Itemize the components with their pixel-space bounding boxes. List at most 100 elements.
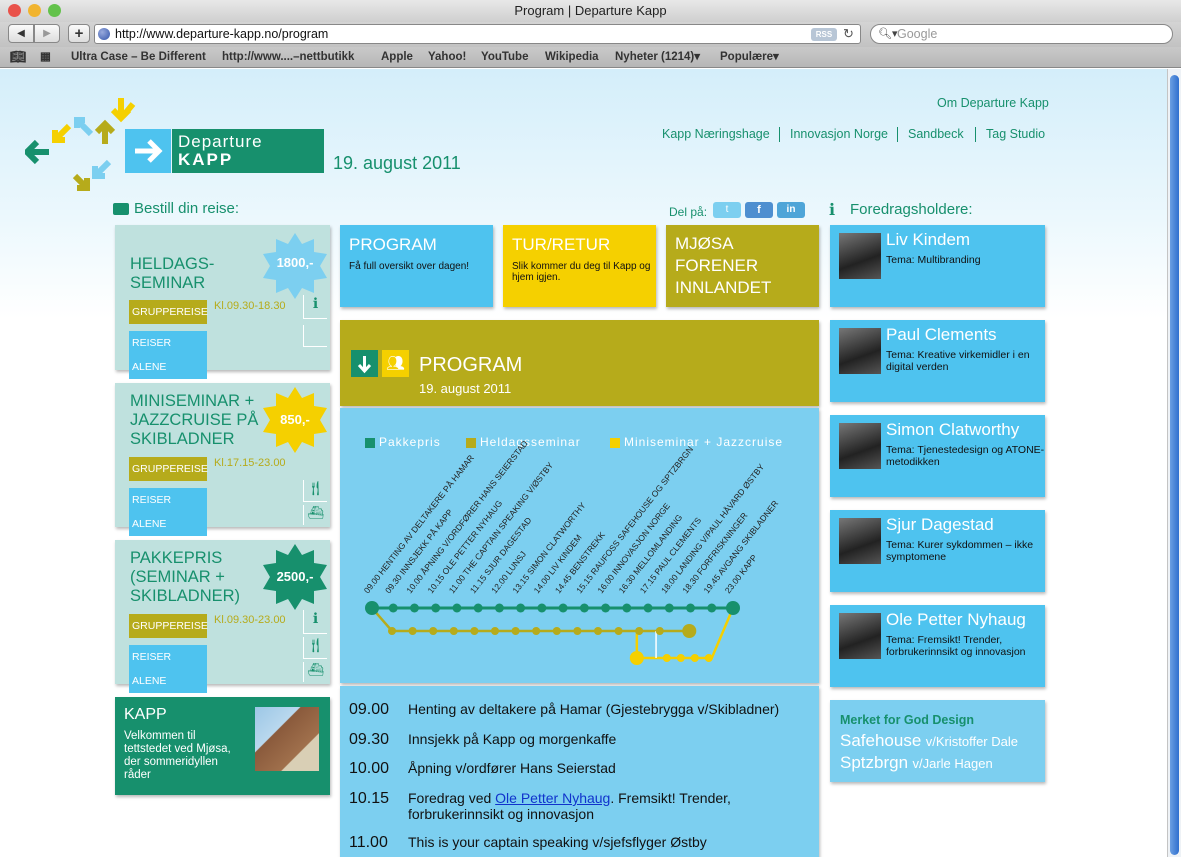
speaker-card[interactable]: Liv Kindem Tema: Multibranding bbox=[830, 225, 1045, 307]
header-date: 19. august 2011 bbox=[333, 153, 461, 173]
bookmark-item[interactable]: Ultra Case – Be Different bbox=[71, 47, 206, 67]
timeline-dot bbox=[601, 603, 611, 613]
group-travel-button[interactable]: GRUPPEREISE bbox=[129, 300, 208, 324]
speaker-link[interactable]: Ole Petter Nyhaug bbox=[495, 790, 610, 806]
price-label: 1800,- bbox=[276, 255, 314, 270]
scrollbar-thumb[interactable] bbox=[1170, 75, 1179, 855]
travel-alone-button[interactable]: REISER ALENE bbox=[129, 645, 207, 693]
building-photo bbox=[255, 707, 319, 771]
mini-start-dot bbox=[629, 651, 644, 665]
design-award-card[interactable]: Merket for God Design Safehouse v/Kristo… bbox=[830, 700, 1045, 782]
back-button[interactable]: ◀ bbox=[8, 24, 34, 43]
partner-link[interactable]: Kapp Næringshage bbox=[662, 127, 770, 141]
card-title: HELDAGS- SEMINAR bbox=[130, 255, 214, 293]
search-icon: 🔍︎▾ bbox=[878, 28, 898, 40]
timeline-dot bbox=[431, 603, 441, 613]
award-line: Safehouse v/Kristoffer Dale bbox=[840, 731, 1018, 751]
heldag-dot bbox=[490, 627, 499, 635]
kapp-text: Velkommen til tettstedet ved Mjøsa, der … bbox=[124, 730, 231, 781]
card-title-line: SKIBLADNER) bbox=[130, 587, 241, 605]
speaker-card[interactable]: Simon Clatworthy Tema: Tjenestedesign og… bbox=[830, 415, 1045, 497]
icon-slot bbox=[303, 325, 327, 347]
logo-arrows-icon bbox=[25, 98, 136, 191]
card-title-line: SEMINAR bbox=[130, 274, 206, 292]
partner-link[interactable]: Innovasjon Norge bbox=[790, 127, 888, 141]
open-book-icon[interactable]: 📖︎ bbox=[10, 47, 27, 67]
heldag-line bbox=[371, 607, 690, 633]
speaker-card[interactable]: Sjur Dagestad Tema: Kurer sykdommen – ik… bbox=[830, 510, 1045, 592]
forward-button[interactable]: ▶ bbox=[34, 24, 60, 43]
bookmark-item[interactable]: YouTube bbox=[481, 47, 528, 67]
search-field[interactable]: 🔍︎▾ Google bbox=[870, 24, 1173, 44]
bookmark-item[interactable]: Wikipedia bbox=[545, 47, 599, 67]
grid-icon[interactable]: ▦ bbox=[40, 47, 51, 67]
program-time: 10.15 bbox=[349, 790, 390, 807]
card-title-line: SKIBLADNER bbox=[130, 430, 235, 448]
speaker-name: Liv Kindem bbox=[886, 230, 971, 249]
booking-card[interactable]: PAKKEPRIS (SEMINAR + SKIBLADNER) 2500,- … bbox=[115, 540, 330, 693]
award-brand: Safehouse bbox=[840, 731, 922, 750]
price-label: 850,- bbox=[280, 412, 310, 427]
heldag-dot bbox=[408, 627, 417, 635]
program-tile[interactable]: PROGRAM Få full oversikt over dagen! bbox=[340, 225, 493, 307]
heldag-dot bbox=[470, 627, 479, 635]
bookmark-folder[interactable]: Nyheter (1214)▾ bbox=[615, 47, 700, 67]
timeline-dot bbox=[558, 603, 568, 613]
card-title-line: PAKKEPRIS bbox=[130, 549, 223, 567]
site-logo[interactable]: Departure KAPP bbox=[172, 129, 324, 173]
twitter-icon[interactable]: t bbox=[713, 202, 741, 218]
kapp-card[interactable]: KAPP Velkommen til tettstedet ved Mjøsa,… bbox=[115, 697, 330, 795]
web-page: Departure KAPP 19. august 2011 Om Depart… bbox=[0, 69, 1167, 857]
group-travel-button[interactable]: GRUPPEREISE bbox=[129, 614, 208, 638]
travel-tile[interactable]: TUR/RETUR Slik kommer du deg til Kapp og… bbox=[503, 225, 656, 307]
tile-title: PROGRAM bbox=[349, 235, 437, 254]
bookmark-item[interactable]: Yahoo! bbox=[428, 47, 466, 67]
bookmark-folder[interactable]: Populære▾ bbox=[720, 47, 779, 67]
vertical-scrollbar[interactable] bbox=[1167, 69, 1181, 857]
heldag-dot bbox=[449, 627, 458, 635]
timeline-dot bbox=[516, 603, 526, 613]
booking-card[interactable]: MINISEMINAR + JAZZCRUISE PÅ SKIBLADNER 8… bbox=[115, 383, 330, 536]
travel-alone-button[interactable]: REISER ALENE bbox=[129, 488, 207, 536]
rss-icon[interactable]: RSS bbox=[811, 28, 837, 41]
speaker-photo bbox=[839, 613, 881, 659]
tile-title: TUR/RETUR bbox=[512, 235, 611, 254]
close-icon[interactable] bbox=[8, 4, 21, 17]
linkedin-icon[interactable]: in bbox=[777, 202, 805, 218]
heldag-dot bbox=[655, 627, 664, 635]
award-line: Sptzbrgn v/Jarle Hagen bbox=[840, 753, 993, 773]
timeline-dot bbox=[643, 603, 653, 613]
card-title-line: JAZZCRUISE PÅ bbox=[130, 411, 259, 429]
group-travel-button[interactable]: GRUPPEREISE bbox=[129, 457, 208, 481]
mjosa-tile[interactable]: MJØSA FORENER INNLANDET bbox=[666, 225, 819, 307]
partner-link[interactable]: Tag Studio bbox=[986, 127, 1045, 141]
dining-icon: 🍴︎ bbox=[303, 637, 327, 659]
facebook-icon[interactable]: f bbox=[745, 202, 773, 218]
zoom-icon[interactable] bbox=[48, 4, 61, 17]
add-bookmark-button[interactable]: + bbox=[68, 24, 90, 43]
booking-card[interactable]: HELDAGS- SEMINAR 1800,- GRUPPEREISE Kl.0… bbox=[115, 225, 330, 379]
program-timeline: Pakkepris Heldagsseminar Miniseminar + J… bbox=[340, 408, 819, 683]
speaker-icon: ℹ bbox=[829, 202, 836, 219]
travel-alone-button[interactable]: REISER ALENE bbox=[129, 331, 207, 379]
speaker-photo bbox=[839, 423, 881, 469]
minimize-icon[interactable] bbox=[28, 4, 41, 17]
speaker-card[interactable]: Paul Clements Tema: Kreative virkemidler… bbox=[830, 320, 1045, 402]
address-bar[interactable]: http://www.departure-kapp.no/program RSS… bbox=[94, 24, 861, 44]
timeline-graphic: 09.00 HENTING AV DELTAKERE PÅ HAMAR09.30… bbox=[362, 438, 780, 665]
about-link[interactable]: Om Departure Kapp bbox=[937, 96, 1049, 110]
partner-link[interactable]: Sandbeck bbox=[908, 127, 964, 141]
reload-icon[interactable]: ↻ bbox=[843, 25, 854, 43]
speakers-heading: Foredragsholdere: bbox=[850, 201, 973, 218]
bookmark-item[interactable]: Apple bbox=[381, 47, 413, 67]
ship-icon: ⛴︎ bbox=[303, 662, 327, 682]
speaker-card[interactable]: Ole Petter Nyhaug Tema: Fremsikt! Trende… bbox=[830, 605, 1045, 687]
speaker-name: Simon Clatworthy bbox=[886, 420, 1020, 439]
timeline-dot bbox=[409, 603, 419, 613]
program-time: 10.00 bbox=[349, 760, 390, 777]
browser-window: Program | Departure Kapp ◀ ▶ + http://ww… bbox=[0, 0, 1181, 857]
program-list: 09.00 Henting av deltakere på Hamar (Gje… bbox=[340, 686, 819, 857]
bookmark-item[interactable]: http://www....–nettbutikk bbox=[222, 47, 354, 67]
speaker-name: Ole Petter Nyhaug bbox=[886, 610, 1026, 629]
info-icon: ℹ bbox=[303, 295, 327, 319]
